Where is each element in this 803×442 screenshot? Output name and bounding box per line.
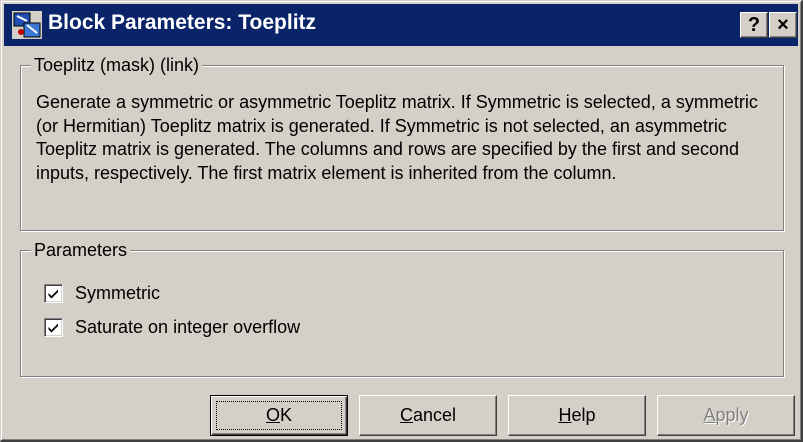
window-title: Block Parameters: Toeplitz <box>48 11 317 34</box>
help-button[interactable]: Help <box>508 395 646 436</box>
title-bar[interactable]: Block Parameters: Toeplitz ? × <box>4 4 798 46</box>
ok-button[interactable]: OK <box>210 395 348 436</box>
saturate-label[interactable]: Saturate on integer overflow <box>75 317 300 338</box>
simulink-block-icon[interactable] <box>12 11 42 39</box>
close-button[interactable]: × <box>769 12 797 38</box>
description-text: Generate a symmetric or asymmetric Toepl… <box>36 92 758 183</box>
saturate-option[interactable]: Saturate on integer overflow <box>44 316 300 338</box>
cancel-button[interactable]: Cancel <box>359 395 497 436</box>
parameters-group-label: Parameters <box>31 240 131 261</box>
ok-button-label: OK <box>265 405 293 425</box>
close-icon: × <box>777 14 789 36</box>
description-group: Toeplitz (mask) (link) Generate a symmet… <box>20 55 784 231</box>
symmetric-label[interactable]: Symmetric <box>75 283 160 304</box>
symmetric-option[interactable]: Symmetric <box>44 282 160 304</box>
parameters-group: Parameters Symmetric Saturate on integer… <box>20 240 784 377</box>
dialog-window: Block Parameters: Toeplitz ? × Toeplitz … <box>0 0 803 442</box>
help-button-label: Help <box>558 405 596 425</box>
cancel-button-label: Cancel <box>399 405 457 425</box>
context-help-button[interactable]: ? <box>740 12 768 38</box>
saturate-checkbox[interactable] <box>44 317 63 337</box>
checkmark-icon <box>48 289 58 298</box>
checkmark-icon <box>48 323 58 332</box>
apply-button-label: Apply <box>703 405 749 425</box>
symmetric-checkbox[interactable] <box>44 283 63 303</box>
description-group-label: Toeplitz (mask) (link) <box>31 55 203 76</box>
apply-button[interactable]: Apply <box>657 395 795 436</box>
question-icon: ? <box>747 14 761 36</box>
